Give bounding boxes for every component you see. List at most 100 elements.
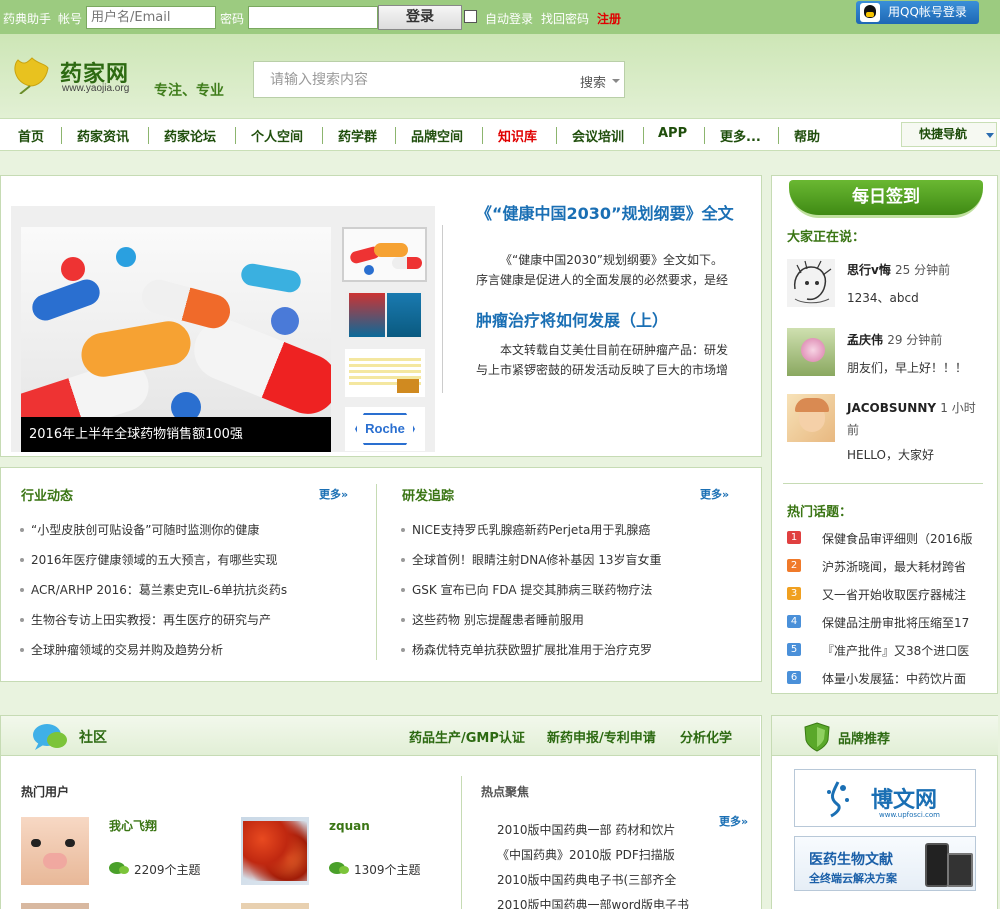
hot-topic-link[interactable]: 保健食品审评细则（2016版 — [822, 530, 977, 547]
post-message: 朋友们，早上好！！！ — [847, 361, 968, 375]
community-user-name[interactable]: zquan — [329, 819, 370, 833]
avatar[interactable] — [21, 817, 89, 885]
hot-focus-item[interactable]: 2010版中国药典电子书(三部齐全 — [497, 871, 676, 888]
search-box: 搜索 — [253, 61, 625, 98]
slide-thumb-1[interactable] — [342, 227, 427, 282]
post-user-name-text[interactable]: 思行v悔 — [847, 263, 891, 277]
hot-topic-link[interactable]: 『准产批件』又38个进口医 — [822, 642, 977, 659]
avatar[interactable] — [241, 817, 309, 885]
slide-thumb-2[interactable] — [345, 291, 425, 339]
login-button[interactable]: 登录 — [378, 5, 462, 30]
search-input[interactable] — [270, 68, 570, 92]
avatar[interactable] — [21, 903, 89, 909]
password-input[interactable] — [248, 6, 378, 29]
post-user-name-text[interactable]: JACOBSUNNY — [847, 401, 936, 415]
community-user-name[interactable]: 我心飞翔 — [109, 817, 157, 834]
nav-brand-space[interactable]: 品牌空间 — [411, 126, 463, 145]
eye-shape — [31, 839, 41, 847]
avatar[interactable] — [787, 328, 835, 376]
auto-login-checkbox[interactable] — [464, 10, 477, 23]
news-item[interactable]: 这些药物 别忘提醒患者睡前服用 — [401, 611, 584, 628]
hot-focus-item[interactable]: 2010版中国药典一部 药材和饮片 — [497, 821, 675, 838]
nose-shape — [43, 853, 67, 869]
nav-divider — [556, 127, 557, 144]
community-link-analytical[interactable]: 分析化学 — [680, 727, 732, 746]
nav-help[interactable]: 帮助 — [794, 126, 820, 145]
nav-home[interactable]: 首页 — [18, 126, 44, 145]
rank-badge: 5 — [787, 643, 801, 656]
book-cover — [349, 293, 385, 337]
nav-divider — [778, 127, 779, 144]
rnd-more-link[interactable]: 更多» — [700, 486, 729, 502]
news-item[interactable]: “小型皮肤创可贴设备”可随时监测你的健康 — [20, 521, 259, 538]
hot-topic-link[interactable]: 又一省开始收取医疗器械注 — [822, 586, 977, 603]
hot-topic-link[interactable]: 体量小发展猛：中药饮片面 — [822, 670, 977, 687]
nav-divider — [482, 127, 483, 144]
community-header: 社区 药品生产/GMP认证 新药申报/专利申请 分析化学 — [1, 716, 760, 756]
post-user-name[interactable]: JACOBSUNNY 1 小时前 — [847, 397, 987, 441]
community-link-new-drug[interactable]: 新药申报/专利申请 — [547, 727, 656, 746]
industry-more-link[interactable]: 更多» — [319, 486, 348, 502]
search-type-dropdown-icon[interactable] — [612, 79, 620, 83]
daily-sign-in-button[interactable]: 每日签到 — [789, 180, 983, 218]
news-item[interactable]: 2016年医疗健康领域的五大预言，有哪些实现 — [20, 551, 278, 568]
slide-thumb-roche[interactable]: Roche — [345, 407, 425, 451]
featured-article-title-2[interactable]: 肿瘤治疗将如何发展（上） — [476, 312, 668, 330]
nav-divider — [395, 127, 396, 144]
nav-personal-space[interactable]: 个人空间 — [251, 126, 303, 145]
hot-focus-more-link[interactable]: 更多» — [719, 813, 748, 829]
auto-login-label[interactable]: 自动登录 — [485, 10, 533, 27]
post-message: HELLO，大家好 — [847, 448, 934, 462]
avatar[interactable] — [241, 903, 309, 909]
news-item[interactable]: ACR/ARHP 2016：葛兰素史克IL-6单抗抗炎药s — [20, 581, 287, 598]
hot-focus-item[interactable]: 2010版中国药典一部word版电子书 — [497, 896, 689, 909]
slide-thumb-3[interactable] — [345, 349, 425, 397]
avatar[interactable] — [787, 394, 835, 442]
nav-divider — [704, 127, 705, 144]
news-item[interactable]: GSK 宣布已向 FDA 提交其肺病三联药物疗法 — [401, 581, 652, 598]
rank-badge: 1 — [787, 531, 801, 544]
hot-users-title: 热门用户 — [21, 785, 70, 799]
post-message: 1234、abcd — [847, 291, 919, 305]
hot-topic-link[interactable]: 保健品注册审批将压缩至17 — [822, 614, 977, 631]
nav-app[interactable]: APP — [658, 126, 687, 141]
pill-shape — [185, 311, 331, 423]
post-user-name-text[interactable]: 孟庆伟 — [847, 333, 883, 347]
find-password-link[interactable]: 找回密码 — [541, 10, 589, 27]
shield-icon — [804, 722, 830, 752]
nav-knowledge-base[interactable]: 知识库 — [498, 126, 537, 145]
news-item[interactable]: NICE支持罗氏乳腺癌新药Perjeta用于乳腺癌 — [401, 521, 650, 538]
logo-slogan: 专注、专业 — [154, 83, 224, 99]
register-link[interactable]: 注册 — [597, 10, 621, 27]
rnd-tracking-title: 研发追踪 — [402, 489, 455, 504]
post-user-name[interactable]: 思行v悔 25 分钟前 — [847, 261, 950, 278]
news-item[interactable]: 杨森优特克单抗获欧盟扩展批准用于治疗克罗 — [401, 641, 652, 658]
assistant-label[interactable]: 药典助手 — [3, 10, 51, 27]
community-link-gmp[interactable]: 药品生产/GMP认证 — [409, 727, 525, 746]
brand-medbio-banner[interactable]: 医药生物文献 全终端云解决方案 — [794, 836, 976, 891]
avatar[interactable] — [787, 259, 835, 307]
slideshow-caption[interactable]: 2016年上半年全球药物销售额100强 — [21, 417, 331, 452]
hot-focus-item[interactable]: 《中国药典》2010版 PDF扫描版 — [497, 846, 675, 863]
news-item[interactable]: 全球肿瘤领域的交易并购及趋势分析 — [20, 641, 223, 658]
nav-meetings[interactable]: 会议培训 — [572, 126, 624, 145]
nav-divider — [322, 127, 323, 144]
hot-topic-link[interactable]: 沪苏浙晓闻，最大耗材跨省 — [822, 558, 977, 575]
roche-logo-text: Roche — [365, 421, 405, 436]
qq-login-button[interactable]: 用QQ帐号登录 — [856, 1, 979, 24]
nav-more[interactable]: 更多... — [720, 126, 761, 145]
post-user-name[interactable]: 孟庆伟 29 分钟前 — [847, 331, 942, 348]
nav-news[interactable]: 药家资讯 — [77, 126, 129, 145]
post-time: 25 分钟前 — [895, 263, 951, 277]
qq-penguin-icon — [860, 3, 880, 22]
search-button[interactable]: 搜索 — [580, 72, 606, 91]
nav-pharmacy-group[interactable]: 药学群 — [338, 126, 377, 145]
brand-bowen-banner[interactable]: 博文网 www.upfosci.com — [794, 769, 976, 827]
featured-article-title-1[interactable]: 《“健康中国2030”规划纲要》全文 — [476, 205, 738, 223]
nav-forum[interactable]: 药家论坛 — [164, 126, 216, 145]
featured-article-desc-1: 《“健康中国2030”规划纲要》全文如下。序言健康是促进人的全面发展的必然要求，… — [476, 253, 729, 287]
quick-nav-dropdown[interactable]: 快捷导航 — [901, 122, 997, 147]
news-item[interactable]: 全球首例！眼睛注射DNA修补基因 13岁盲女重 — [401, 551, 662, 568]
account-input[interactable] — [86, 6, 216, 29]
news-item[interactable]: 生物谷专访上田实教授：再生医疗的研究与产 — [20, 611, 271, 628]
